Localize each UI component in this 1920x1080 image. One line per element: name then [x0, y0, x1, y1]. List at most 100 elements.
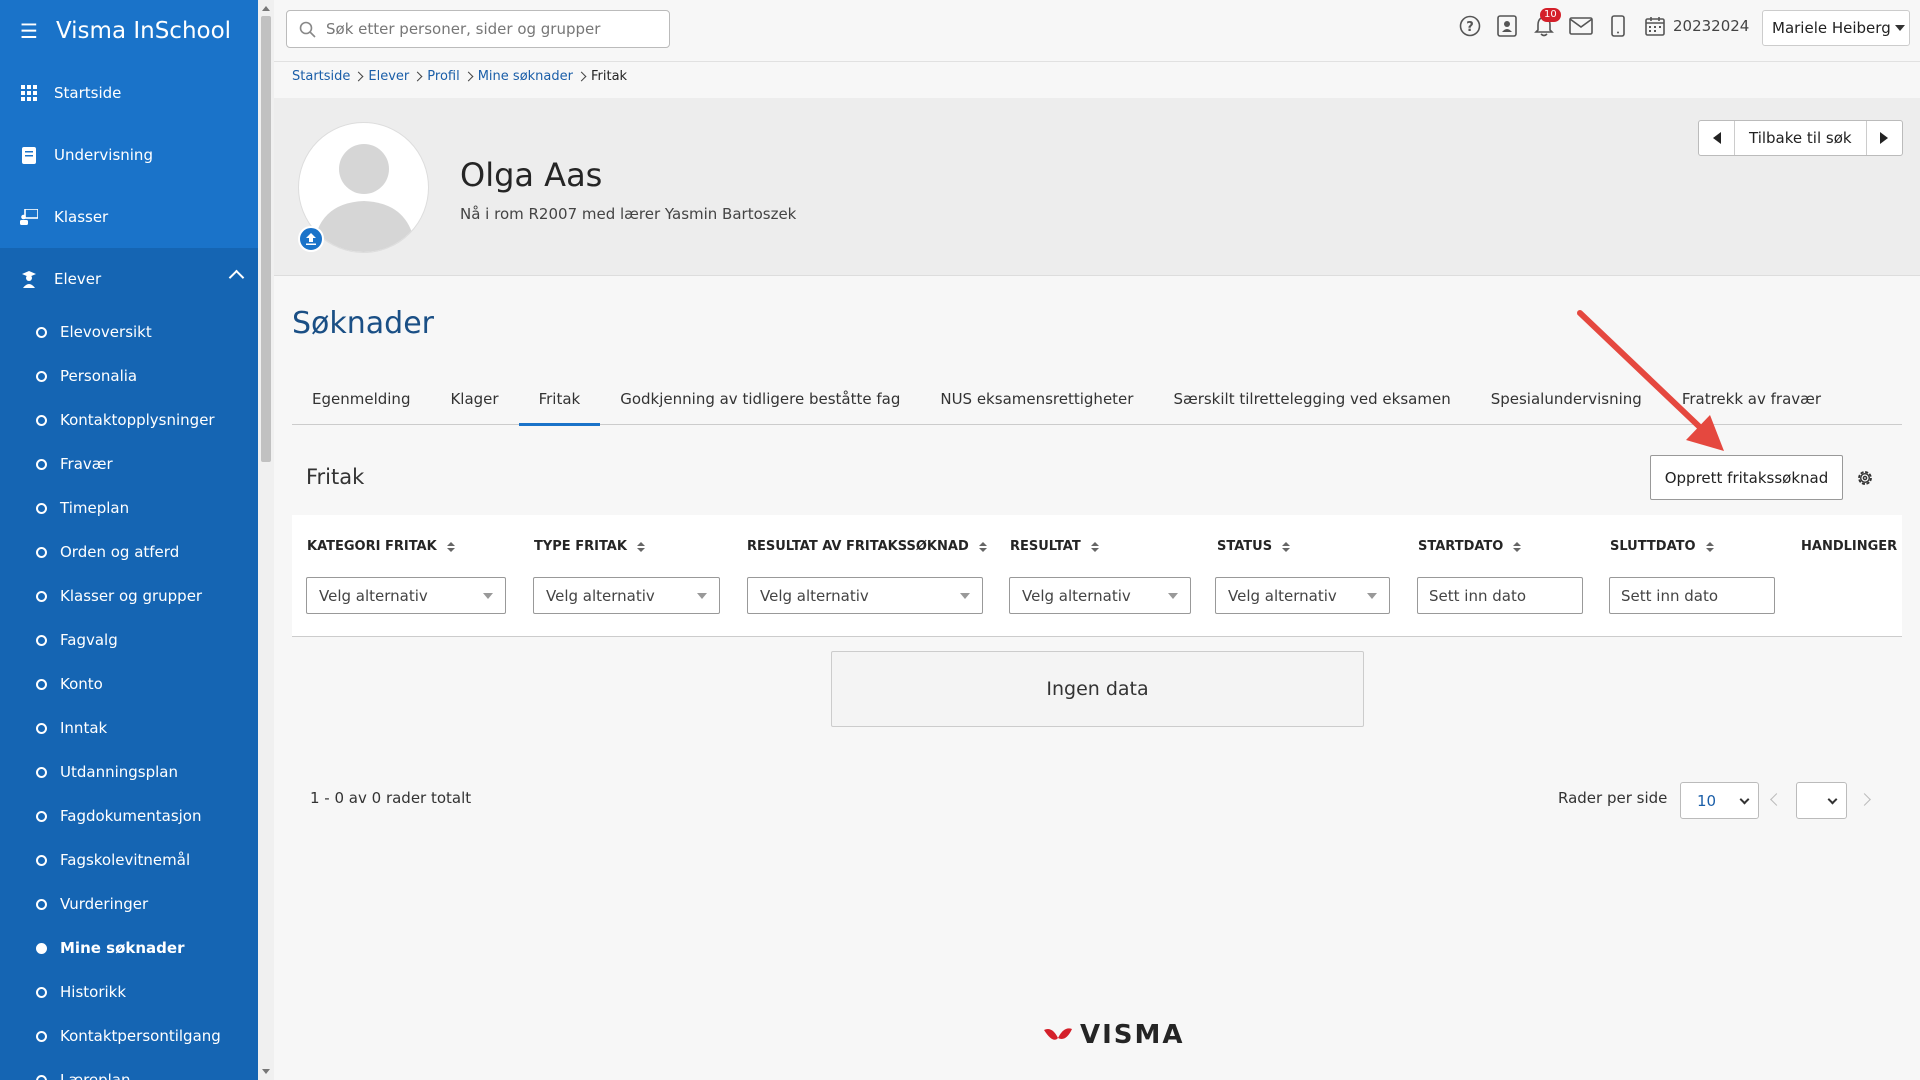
- sidebar-subitem[interactable]: Inntak: [0, 706, 258, 750]
- filter-sluttdato-input[interactable]: Sett inn dato: [1609, 577, 1775, 614]
- column-header[interactable]: KATEGORI FRITAK: [307, 539, 455, 554]
- search-box[interactable]: [286, 10, 670, 48]
- scrollbar-thumb[interactable]: [261, 16, 271, 462]
- contact-card-icon[interactable]: [1495, 14, 1519, 38]
- calendar-icon[interactable]: [1643, 14, 1667, 38]
- sidebar-item-undervisning[interactable]: Undervisning: [0, 124, 258, 186]
- mobile-icon[interactable]: [1606, 14, 1630, 38]
- chevron-up-icon[interactable]: [228, 269, 245, 286]
- sidebar-subitem[interactable]: Kontaktpersontilgang: [0, 1014, 258, 1058]
- help-icon[interactable]: ?: [1458, 14, 1482, 38]
- sidebar-subitem[interactable]: Utdanningsplan: [0, 750, 258, 794]
- sidebar-subitem[interactable]: Historikk: [0, 970, 258, 1014]
- sort-icon[interactable]: [978, 541, 987, 552]
- column-header-label: RESULTAT AV FRITAKSSØKNAD: [747, 539, 969, 554]
- circle-icon: [36, 854, 47, 866]
- upload-icon[interactable]: [298, 226, 324, 252]
- sidebar-item-startside[interactable]: Startside: [0, 62, 258, 124]
- bell-icon[interactable]: 10: [1532, 8, 1561, 38]
- sidebar-subitem[interactable]: Læreplan: [0, 1058, 258, 1080]
- sidebar-subitem-label: Orden og atferd: [60, 543, 180, 561]
- sidebar-subitem-label: Fravær: [60, 455, 113, 473]
- mail-icon[interactable]: [1569, 14, 1593, 38]
- sidebar-subitem-label: Historikk: [60, 983, 127, 1001]
- sidebar-item-label: Undervisning: [54, 146, 153, 164]
- tab-fratrekk-av-fravar[interactable]: Fratrekk av fravær: [1662, 372, 1841, 425]
- next-button[interactable]: [1865, 121, 1902, 155]
- notification-badge: 10: [1540, 8, 1561, 22]
- breadcrumb-link[interactable]: Elever: [368, 69, 409, 84]
- column-header-label: TYPE FRITAK: [534, 539, 627, 554]
- search-input[interactable]: [326, 20, 656, 38]
- sidebar-subitem[interactable]: Elevoversikt: [0, 310, 258, 354]
- column-header[interactable]: STATUS: [1217, 539, 1291, 554]
- section-title: Fritak: [306, 465, 365, 489]
- rows-per-page-select[interactable]: 10: [1680, 782, 1759, 819]
- sort-icon[interactable]: [1705, 541, 1714, 552]
- column-header[interactable]: SLUTTDATO: [1610, 539, 1714, 554]
- sidebar-subitem[interactable]: Fagvalg: [0, 618, 258, 662]
- filter-resultat-select[interactable]: Velg alternativ: [1009, 577, 1191, 614]
- column-header[interactable]: RESULTAT: [1010, 539, 1099, 554]
- sidebar-subitem[interactable]: Fagdokumentasjon: [0, 794, 258, 838]
- sidebar-subitem[interactable]: Kontaktopplysninger: [0, 398, 258, 442]
- sidebar-subitem[interactable]: Personalia: [0, 354, 258, 398]
- sidebar-subitem[interactable]: Fravær: [0, 442, 258, 486]
- scroll-up-icon[interactable]: [262, 6, 270, 11]
- breadcrumb-link[interactable]: Startside: [292, 69, 350, 84]
- sidebar-subitem[interactable]: Orden og atferd: [0, 530, 258, 574]
- chevron-down-icon: [1739, 794, 1750, 805]
- sidebar-subitem[interactable]: Klasser og grupper: [0, 574, 258, 618]
- sidebar-subitem-label: Konto: [60, 675, 103, 693]
- create-exemption-button[interactable]: Opprett fritakssøknad: [1650, 455, 1843, 500]
- sort-icon[interactable]: [1090, 541, 1099, 552]
- circle-icon: [36, 898, 47, 910]
- menu-icon[interactable]: ☰: [20, 19, 38, 43]
- sidebar-scrollbar[interactable]: [258, 0, 274, 1080]
- filter-type-select[interactable]: Velg alternativ: [533, 577, 720, 614]
- topbar-icons: ? 10 20232024: [1458, 8, 1749, 38]
- sort-icon[interactable]: [1282, 541, 1291, 552]
- gear-icon[interactable]: [1855, 468, 1875, 488]
- circle-icon: [36, 590, 47, 602]
- sidebar-subitem[interactable]: Timeplan: [0, 486, 258, 530]
- column-header[interactable]: RESULTAT AV FRITAKSSØKNAD: [747, 539, 987, 554]
- filter-status-select[interactable]: Velg alternativ: [1215, 577, 1390, 614]
- previous-page-icon[interactable]: [1770, 793, 1783, 806]
- tab-nus-eksamensrettigheter[interactable]: NUS eksamensrettigheter: [920, 372, 1153, 425]
- scroll-down-icon[interactable]: [262, 1069, 270, 1074]
- user-menu-button[interactable]: Mariele Heiberg: [1762, 10, 1910, 46]
- sidebar-item-elever[interactable]: Elever: [0, 248, 258, 310]
- tab-egenmelding[interactable]: Egenmelding: [292, 372, 430, 425]
- sidebar-subitem[interactable]: Vurderinger: [0, 882, 258, 926]
- tab-klager[interactable]: Klager: [430, 372, 518, 425]
- sort-icon[interactable]: [636, 541, 645, 552]
- next-page-icon[interactable]: [1858, 793, 1871, 806]
- tab-fritak[interactable]: Fritak: [518, 372, 601, 426]
- previous-button[interactable]: [1699, 121, 1735, 155]
- select-value: Velg alternativ: [760, 586, 869, 605]
- sidebar-subitem[interactable]: Fagskolevitnemål: [0, 838, 258, 882]
- filter-kategori-select[interactable]: Velg alternativ: [306, 577, 506, 614]
- back-to-search-button[interactable]: Tilbake til søk: [1735, 121, 1866, 155]
- tab-spesialundervisning[interactable]: Spesialundervisning: [1471, 372, 1662, 425]
- tab-sarskilt-tilrettelegging[interactable]: Særskilt tilrettelegging ved eksamen: [1153, 372, 1470, 425]
- school-year[interactable]: 20232024: [1673, 17, 1749, 35]
- page-select[interactable]: [1796, 782, 1847, 819]
- sidebar-item-label: Klasser: [54, 208, 109, 226]
- sort-icon[interactable]: [446, 541, 455, 552]
- app-brand[interactable]: ☰ Visma InSchool: [0, 0, 258, 62]
- tab-godkjenning[interactable]: Godkjenning av tidligere beståtte fag: [600, 372, 920, 425]
- filter-resultat-soknad-select[interactable]: Velg alternativ: [747, 577, 983, 614]
- breadcrumb-link[interactable]: Profil: [427, 69, 459, 84]
- search-navigation: Tilbake til søk: [1698, 120, 1903, 156]
- sidebar-item-klasser[interactable]: Klasser: [0, 186, 258, 248]
- column-header[interactable]: STARTDATO: [1418, 539, 1522, 554]
- sidebar-subitem[interactable]: Konto: [0, 662, 258, 706]
- filter-startdato-input[interactable]: Sett inn dato: [1417, 577, 1583, 614]
- sidebar-subitem-active[interactable]: Mine søknader: [0, 926, 258, 970]
- caret-left-icon: [1712, 132, 1721, 144]
- breadcrumb-link[interactable]: Mine søknader: [478, 69, 573, 84]
- column-header[interactable]: TYPE FRITAK: [534, 539, 645, 554]
- sort-icon[interactable]: [1513, 541, 1522, 552]
